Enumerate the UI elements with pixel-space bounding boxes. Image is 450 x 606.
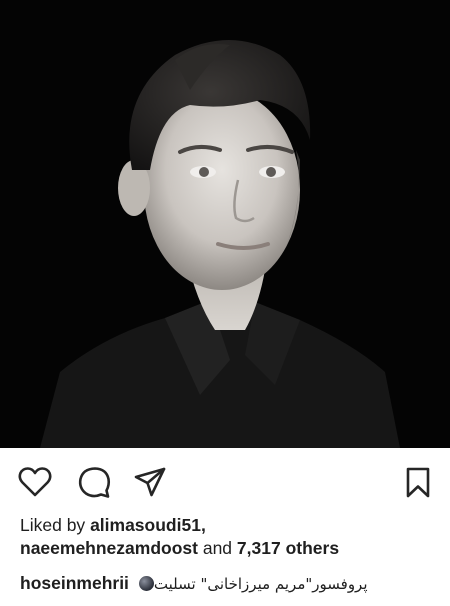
dark-circle-emoji-icon [138,576,154,591]
liker-username-2[interactable]: naeemehnezamdoost [20,538,198,558]
likes-summary: Liked by alimasoudi51, naeemehnezamdoost… [20,514,440,560]
caption-username[interactable]: hoseinmehrii [20,573,129,593]
likes-prefix: Liked by [20,515,86,535]
liker-username-1[interactable]: alimasoudi51, [90,515,206,535]
likes-count[interactable]: 7,317 others [237,538,339,558]
post-caption: hoseinmehrii پروفسور"مریم میرزاخانی" تسلی… [20,571,440,595]
instagram-post: Liked by alimasoudi51, naeemehnezamdoost… [0,0,450,606]
bookmark-outline-icon[interactable] [400,464,436,500]
comment-bubble-icon[interactable] [76,464,112,500]
portrait-image [0,0,450,448]
post-photo[interactable] [0,0,450,448]
action-bar [0,448,450,514]
heart-outline-icon[interactable] [17,464,53,500]
paper-plane-icon[interactable] [132,464,168,500]
caption-text: پروفسور"مریم میرزاخانی" تسلیت [153,575,368,593]
likes-conjunction: and [202,538,233,558]
